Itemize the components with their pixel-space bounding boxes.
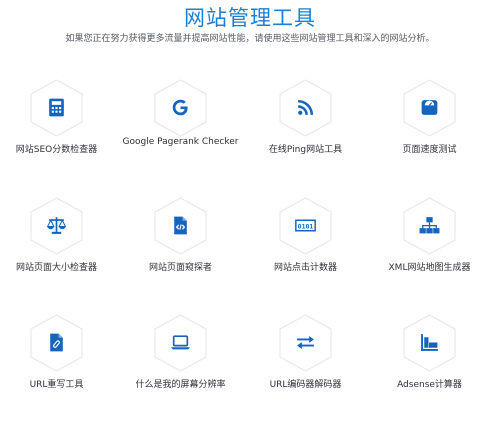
tool-label: 网站SEO分数检查器	[15, 145, 98, 155]
code-file-icon	[174, 216, 187, 235]
tool-label: 网站页面大小检查器	[15, 263, 97, 273]
tool-card-google-pagerank[interactable]: Google Pagerank Checker	[118, 79, 243, 199]
counter-icon: 0101	[295, 219, 316, 232]
hexagon-badge	[403, 314, 456, 372]
sitemap-icon	[419, 217, 440, 234]
hexagon-badge	[154, 197, 207, 255]
tool-card-ping[interactable]: 在线Ping网站工具	[243, 79, 368, 199]
tool-card-screen-resolution[interactable]: 什么是我的屏幕分辨率	[118, 314, 243, 425]
exchange-icon	[297, 335, 314, 350]
tools-page: 网站管理工具 如果您正在努力获得更多流量并提高网站性能，请使用这些网站管理工具和…	[0, 0, 500, 425]
hexagon-badge	[154, 314, 207, 372]
calculator-icon	[49, 98, 64, 117]
hexagon-badge	[30, 197, 83, 255]
hexagon-badge	[30, 79, 83, 137]
svg-text:0101: 0101	[298, 222, 314, 230]
rss-icon	[297, 99, 314, 116]
hexagon-badge	[279, 314, 332, 372]
link-file-icon	[50, 333, 63, 352]
tool-label: Adsense计算器	[397, 380, 462, 390]
hexagon-badge	[30, 314, 83, 372]
hexagon-badge	[279, 79, 332, 137]
tool-card-page-speed[interactable]: 页面速度测试	[367, 79, 492, 199]
hexagon-badge: 0101	[279, 197, 332, 255]
hexagon-badge	[403, 197, 456, 255]
tool-card-url-rewrite[interactable]: URL重写工具	[0, 314, 119, 425]
tool-label: URL重写工具	[29, 380, 84, 390]
balance-icon	[46, 217, 67, 234]
page-title: 网站管理工具	[184, 6, 316, 30]
chart-icon	[421, 334, 438, 351]
google-icon	[172, 99, 188, 116]
hexagon-badge	[403, 79, 456, 137]
laptop-icon	[171, 335, 190, 350]
tool-label: URL编码器解码器	[269, 380, 342, 390]
hexagon-badge	[154, 79, 207, 137]
tool-label: 页面速度测试	[402, 145, 457, 155]
tool-card-adsense-calculator[interactable]: Adsense计算器	[367, 314, 492, 425]
tool-label: Google Pagerank Checker	[122, 137, 239, 147]
tool-card-url-encoder[interactable]: URL编码器解码器	[243, 314, 368, 425]
tool-label: 网站点击计数器	[273, 263, 337, 273]
tool-label: XML网站地图生成器	[388, 263, 471, 273]
tool-card-page-size[interactable]: 网站页面大小检查器	[0, 197, 119, 317]
tool-card-page-snooper[interactable]: 网站页面窥探者	[118, 197, 243, 317]
tool-card-seo-score[interactable]: 网站SEO分数检查器	[0, 79, 119, 199]
page-subtitle: 如果您正在努力获得更多流量并提高网站性能，请使用这些网站管理工具和深入的网站分析…	[65, 34, 435, 44]
tool-card-hit-counter[interactable]: 0101 网站点击计数器	[243, 197, 368, 317]
tool-card-xml-sitemap[interactable]: XML网站地图生成器	[367, 197, 492, 317]
scale-icon	[421, 100, 438, 115]
tool-label: 什么是我的屏幕分辨率	[135, 380, 226, 390]
tool-label: 在线Ping网站工具	[268, 145, 343, 155]
tool-label: 网站页面窥探者	[148, 263, 212, 273]
